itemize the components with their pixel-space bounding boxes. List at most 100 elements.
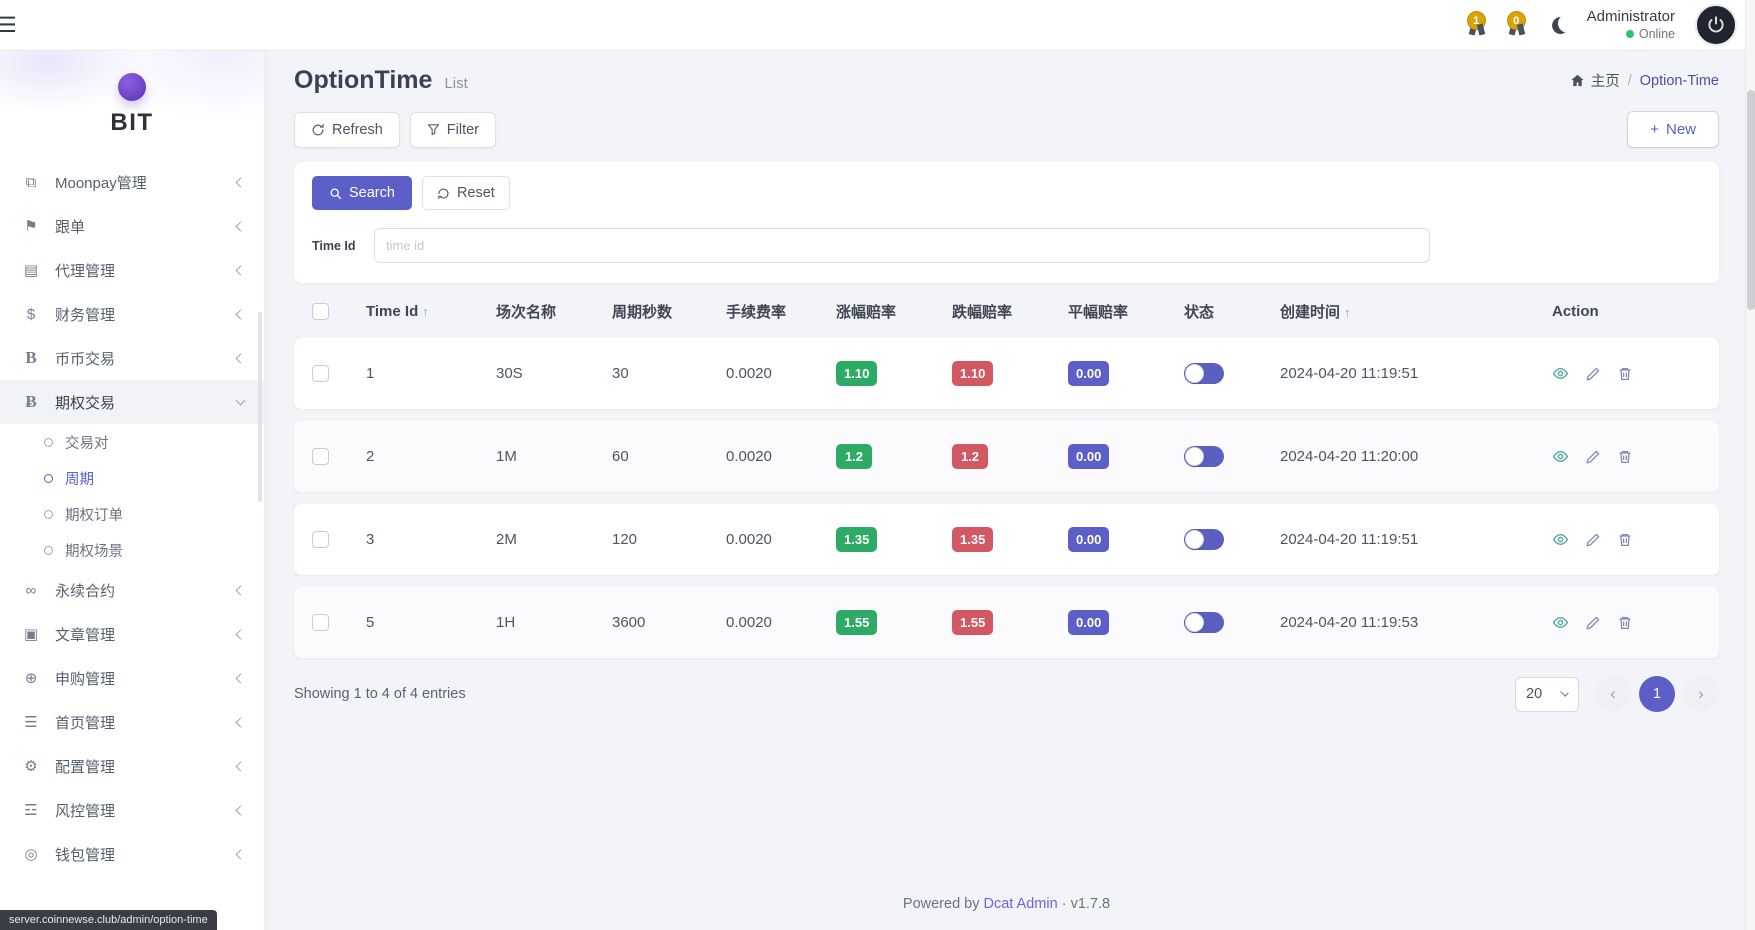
edit-pencil-icon[interactable] <box>1585 449 1601 465</box>
medal-count-badge: 0 <box>1507 11 1526 30</box>
row-checkbox[interactable] <box>312 614 329 631</box>
circle-bullet-icon <box>44 474 53 483</box>
breadcrumb-home-link[interactable]: 主页 <box>1570 70 1620 91</box>
status-toggle[interactable] <box>1184 529 1224 550</box>
cell-created: 2024-04-20 11:19:51 <box>1272 504 1544 575</box>
toolbar: Refresh Filter + New <box>294 111 1719 148</box>
current-page-button[interactable]: 1 <box>1639 676 1675 712</box>
sidebar-item-options-trading[interactable]: Ƀ 期权交易 <box>0 380 264 424</box>
plus-icon: + <box>1650 121 1659 138</box>
edit-pencil-icon[interactable] <box>1585 615 1601 631</box>
new-button[interactable]: + New <box>1627 111 1719 148</box>
down-rate-badge: 1.35 <box>952 527 993 552</box>
view-eye-icon[interactable] <box>1552 531 1569 548</box>
sidebar-scrollbar-thumb[interactable] <box>258 312 262 502</box>
sidebar-nav: ⧉ Moonpay管理 ⚑ 跟单 ▤ 代理管理 $ 财务管理 B 币币交 <box>0 160 264 876</box>
edit-pencil-icon[interactable] <box>1585 532 1601 548</box>
breadcrumb: 主页 / Option-Time <box>1570 70 1719 91</box>
dark-mode-moon-icon[interactable] <box>1547 15 1567 35</box>
sidebar-item-label: 申购管理 <box>55 668 224 689</box>
prev-page-button[interactable]: ‹ <box>1595 676 1631 712</box>
sidebar-item-subscription[interactable]: ⊕ 申购管理 <box>0 656 264 700</box>
flat-rate-badge: 0.00 <box>1068 361 1109 386</box>
online-label: Online <box>1639 27 1675 43</box>
table-row: 2 1M 60 0.0020 1.2 1.2 0.00 2024-04-20 1… <box>294 421 1719 492</box>
status-toggle[interactable] <box>1184 612 1224 633</box>
reset-button[interactable]: Reset <box>422 176 510 210</box>
search-button[interactable]: Search <box>312 176 412 210</box>
footer-version: v1.7.8 <box>1071 896 1111 912</box>
header-time-id[interactable]: Time Id↑ <box>358 297 488 326</box>
sidebar-item-follow-orders[interactable]: ⚑ 跟单 <box>0 204 264 248</box>
sidebar-item-agents[interactable]: ▤ 代理管理 <box>0 248 264 292</box>
sidebar-item-moonpay[interactable]: ⧉ Moonpay管理 <box>0 160 264 204</box>
sidebar-item-config[interactable]: ⚙ 配置管理 <box>0 744 264 788</box>
user-info[interactable]: Administrator Online <box>1587 8 1675 42</box>
main-content: OptionTime List 主页 / Option-Time Refresh… <box>264 50 1755 930</box>
next-page-button[interactable]: › <box>1683 676 1719 712</box>
sidebar-item-homepage[interactable]: ☰ 首页管理 <box>0 700 264 744</box>
powered-by-footer: Powered by Dcat Admin · v1.7.8 <box>294 896 1719 920</box>
globe-icon: ⊕ <box>20 669 42 687</box>
medal-badge-icon-2[interactable]: 0 <box>1507 11 1527 39</box>
hamburger-menu-icon[interactable]: ☰ <box>0 13 17 38</box>
header-created[interactable]: 创建时间↑ <box>1272 297 1544 326</box>
page-size-select[interactable]: 20 <box>1515 677 1579 712</box>
chevron-left-icon <box>236 673 246 683</box>
reset-label: Reset <box>457 185 495 201</box>
refresh-button[interactable]: Refresh <box>294 112 400 148</box>
status-toggle[interactable] <box>1184 363 1224 384</box>
submenu-item-label: 周期 <box>65 468 94 489</box>
dcat-admin-link[interactable]: Dcat Admin <box>984 896 1058 912</box>
user-avatar[interactable] <box>1695 4 1737 46</box>
filter-funnel-icon <box>427 123 440 136</box>
pagination: ‹ 1 › <box>1595 676 1719 712</box>
brand-logo-icon <box>118 73 146 101</box>
submenu-item-period[interactable]: 周期 <box>0 460 264 496</box>
select-all-checkbox[interactable] <box>312 303 329 320</box>
sidebar-item-label: 财务管理 <box>55 304 224 325</box>
top-navbar: ☰ 1 0 Administrator Online <box>0 0 1755 50</box>
header-flat-rate: 平幅赔率 <box>1060 297 1176 326</box>
cell-seconds: 120 <box>604 504 718 575</box>
page-scrollbar <box>1745 0 1755 930</box>
user-status: Online <box>1587 27 1675 43</box>
row-checkbox[interactable] <box>312 531 329 548</box>
delete-trash-icon[interactable] <box>1617 449 1633 465</box>
chevron-down-icon <box>236 396 246 406</box>
sidebar-item-articles[interactable]: ▣ 文章管理 <box>0 612 264 656</box>
view-eye-icon[interactable] <box>1552 614 1569 631</box>
sidebar-item-wallet[interactable]: ◎ 钱包管理 <box>0 832 264 876</box>
power-icon <box>1706 15 1726 35</box>
status-toggle[interactable] <box>1184 446 1224 467</box>
entries-summary: Showing1to4of4entries <box>294 686 470 702</box>
edit-pencil-icon[interactable] <box>1585 366 1601 382</box>
view-eye-icon[interactable] <box>1552 448 1569 465</box>
submenu-item-trading-pairs[interactable]: 交易对 <box>0 424 264 460</box>
header-name: 场次名称 <box>488 297 604 326</box>
delete-trash-icon[interactable] <box>1617 366 1633 382</box>
medal-badge-icon-1[interactable]: 1 <box>1467 11 1487 39</box>
search-panel: Search Reset Time Id <box>294 162 1719 283</box>
chevron-left-icon <box>236 805 246 815</box>
scrollbar-thumb[interactable] <box>1747 90 1755 310</box>
sidebar-item-risk[interactable]: ☲ 风控管理 <box>0 788 264 832</box>
sidebar-item-spot-trading[interactable]: B 币币交易 <box>0 336 264 380</box>
row-checkbox[interactable] <box>312 365 329 382</box>
submenu-item-option-scenes[interactable]: 期权场景 <box>0 532 264 568</box>
delete-trash-icon[interactable] <box>1617 532 1633 548</box>
down-rate-badge: 1.2 <box>952 444 988 469</box>
table-footer: Showing1to4of4entries 20 ‹ 1 › <box>294 676 1719 712</box>
row-checkbox[interactable] <box>312 448 329 465</box>
delete-trash-icon[interactable] <box>1617 615 1633 631</box>
sidebar-item-perpetual[interactable]: ∞ 永续合约 <box>0 568 264 612</box>
sidebar-item-label: 配置管理 <box>55 756 224 777</box>
home-icon <box>1570 73 1585 88</box>
filter-button[interactable]: Filter <box>410 112 496 148</box>
cell-fee: 0.0020 <box>718 421 828 492</box>
submenu-item-option-orders[interactable]: 期权订单 <box>0 496 264 532</box>
view-eye-icon[interactable] <box>1552 365 1569 382</box>
chevron-left-icon <box>236 585 246 595</box>
sidebar-item-finance[interactable]: $ 财务管理 <box>0 292 264 336</box>
time-id-input[interactable] <box>374 228 1430 263</box>
